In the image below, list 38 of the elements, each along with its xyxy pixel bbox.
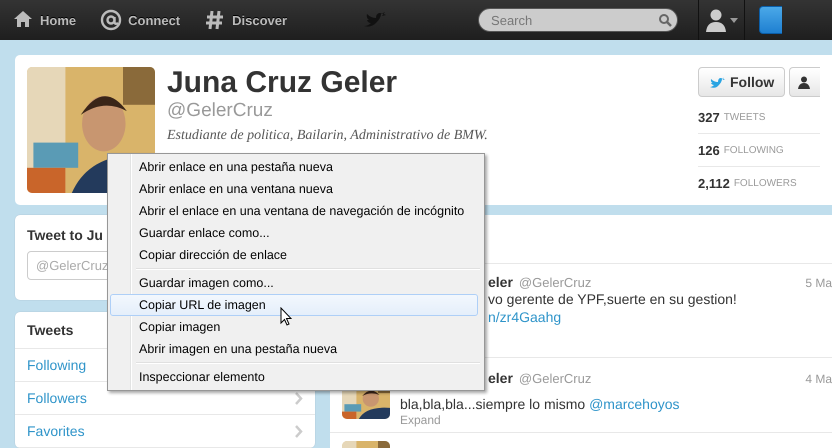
stat-count[interactable]: 2,112 <box>698 176 730 190</box>
menu-item[interactable]: Guardar imagen como... <box>110 272 478 294</box>
menu-item[interactable]: Abrir el enlace en una ventana de navegación de incógnito <box>110 200 478 222</box>
at-sign-icon[interactable] <box>100 9 122 31</box>
menu-item[interactable]: Copiar imagen <box>110 316 478 338</box>
tweet-author[interactable]: eler <box>488 370 513 386</box>
follow-button[interactable]: Follow <box>698 67 786 97</box>
tweet-text: vo gerente de YPF,suerte en su gestion! <box>488 290 737 308</box>
search-icon <box>658 13 672 27</box>
mouse-cursor-icon <box>280 307 292 326</box>
caret-icon <box>730 18 738 22</box>
menu-item[interactable]: Copiar dirección de enlace <box>110 244 478 266</box>
tweet-text: bla,bla,bla...siempre lo mismo @marcehoyos <box>400 395 680 413</box>
chevron-right-icon <box>295 392 303 404</box>
user-icon <box>798 76 810 88</box>
profile-bio: Estudiante de politica, Bailarin, Administrativo de BMW. <box>167 128 489 144</box>
tweet-to-title: Tweet to Ju <box>27 227 103 243</box>
profile-name: Juna Cruz Geler <box>167 66 398 100</box>
nav-link[interactable]: Discover <box>232 12 288 28</box>
nav-link[interactable]: Connect <box>128 12 180 28</box>
search-field[interactable]: Search <box>478 8 678 32</box>
menu-item[interactable]: Guardar enlace como... <box>110 222 478 244</box>
compose-button[interactable] <box>759 6 782 34</box>
tweet-author[interactable]: eler <box>488 274 513 290</box>
account-menu-button[interactable] <box>698 0 746 40</box>
user-icon <box>705 8 728 32</box>
profile-handle: @GelerCruz <box>167 100 274 122</box>
nav-link[interactable]: Home <box>40 12 76 28</box>
menu-item[interactable]: Copiar URL de imagen <box>110 294 478 316</box>
stat-count[interactable]: 327 <box>698 110 720 124</box>
user-actions-button[interactable] <box>789 67 820 97</box>
stat-count[interactable]: 126 <box>698 142 720 158</box>
chevron-right-icon <box>295 424 303 438</box>
menu-item[interactable]: Abrir enlace en una ventana nueva <box>110 178 478 200</box>
search-input[interactable]: Search <box>489 12 658 28</box>
menu-item[interactable]: Abrir imagen en una pestaña nueva <box>110 338 478 360</box>
bird-icon <box>709 76 725 88</box>
menu-item[interactable]: Abrir enlace en una pestaña nueva <box>110 156 478 178</box>
